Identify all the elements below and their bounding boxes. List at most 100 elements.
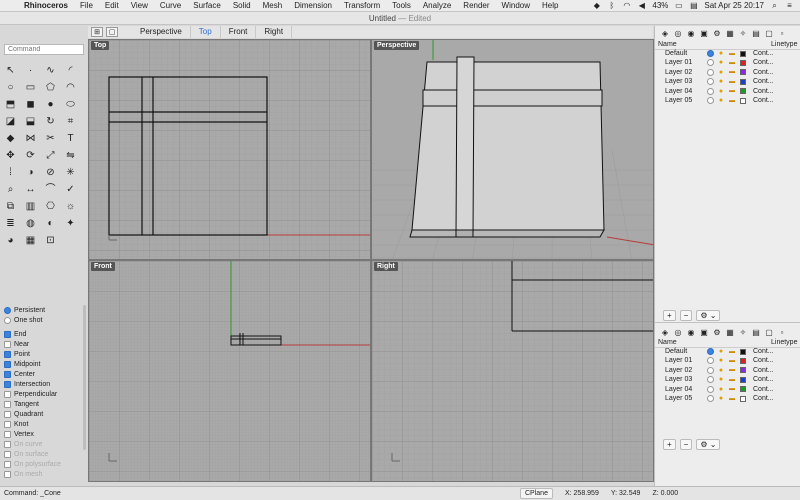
layer-color-swatch[interactable] xyxy=(740,78,746,85)
viewport-perspective-label[interactable]: Perspective xyxy=(374,41,420,50)
layer-row[interactable]: Default ● ▬ Cont... xyxy=(655,347,800,356)
layer-linetype[interactable]: Cont... xyxy=(749,88,774,95)
material-icon[interactable]: ◍ xyxy=(22,215,39,232)
layers-icon[interactable]: ◈ xyxy=(660,29,670,39)
materials-icon-2[interactable]: ◉ xyxy=(686,328,696,338)
current-layer-radio[interactable] xyxy=(705,87,715,95)
osnap-checkbox[interactable] xyxy=(4,390,11,398)
layer-row[interactable]: Layer 04 ● ▬ Cont... xyxy=(655,385,800,394)
help-panel-icon-2[interactable]: ▫ xyxy=(777,328,787,338)
menu-surface[interactable]: Surface xyxy=(187,1,227,10)
select-arrow-icon[interactable]: ↖ xyxy=(2,62,19,79)
snapshot-icon[interactable]: ▦ xyxy=(725,29,735,39)
layer-visibility-bulb-icon[interactable]: ● xyxy=(715,88,727,95)
menu-dimension[interactable]: Dimension xyxy=(288,1,338,10)
layer-visibility-bulb-icon[interactable]: ● xyxy=(715,395,727,402)
help-panel-icon[interactable]: ▫ xyxy=(777,29,787,39)
clock[interactable]: Sat Apr 25 20:17 xyxy=(704,1,764,10)
current-layer-radio[interactable] xyxy=(705,366,715,374)
current-layer-dot[interactable] xyxy=(706,376,714,384)
layer-color-swatch[interactable] xyxy=(740,376,746,383)
explode-icon[interactable]: ✳ xyxy=(62,164,79,181)
osnap-checkbox[interactable] xyxy=(4,460,11,468)
display-icon[interactable]: ◎ xyxy=(673,29,683,39)
osnap-checkbox[interactable] xyxy=(4,370,11,378)
bluetooth-icon[interactable]: ᛒ xyxy=(607,1,616,10)
tab-top[interactable]: Top xyxy=(191,26,221,38)
menu-view[interactable]: View xyxy=(125,1,154,10)
layer-visibility-bulb-icon[interactable]: ● xyxy=(715,357,727,364)
tab-front[interactable]: Front xyxy=(221,26,257,38)
layer-row[interactable]: Layer 05 ● ▬ Cont... xyxy=(655,394,800,403)
viewport-top-label[interactable]: Top xyxy=(91,41,110,50)
menu-curve[interactable]: Curve xyxy=(154,1,187,10)
layer-row[interactable]: Layer 03 ● ▬ Cont... xyxy=(655,77,800,86)
layer-name[interactable]: Default xyxy=(655,348,705,355)
osnap-checkbox[interactable] xyxy=(4,430,11,438)
analyze-icon[interactable]: ⌕ xyxy=(2,181,19,198)
network-icon[interactable]: ⌗ xyxy=(62,113,79,130)
join-icon[interactable]: ⋈ xyxy=(22,130,39,147)
current-layer-radio[interactable] xyxy=(705,348,715,355)
osnap-mode-one-shot[interactable]: One shot xyxy=(4,315,84,325)
arc-icon[interactable]: ◠ xyxy=(62,79,79,96)
notification-center-icon[interactable]: ≡ xyxy=(785,1,794,10)
menu-help[interactable]: Help xyxy=(536,1,564,10)
layer-visibility-bulb-icon[interactable]: ● xyxy=(715,50,727,57)
layer-color-swatch[interactable] xyxy=(740,395,746,402)
render-icon[interactable]: ☼ xyxy=(62,198,79,215)
osnap-checkbox[interactable] xyxy=(4,360,11,368)
viewport-top[interactable]: Top xyxy=(88,39,371,260)
layer-name[interactable]: Default xyxy=(655,50,705,57)
layer-options-button[interactable]: ⚙ ⌄ xyxy=(696,309,721,321)
menu-transform[interactable]: Transform xyxy=(338,1,386,10)
menu-tools[interactable]: Tools xyxy=(386,1,417,10)
viewport-perspective[interactable]: Perspective xyxy=(371,39,654,260)
layer-name[interactable]: Layer 03 xyxy=(655,78,705,85)
layer-linetype[interactable]: Cont... xyxy=(749,395,774,402)
osnap-checkbox[interactable] xyxy=(4,440,11,448)
osnap-item-near[interactable]: Near xyxy=(4,339,84,349)
layer-lock-icon[interactable]: ▬ xyxy=(727,386,737,392)
layer-lock-icon[interactable]: ▬ xyxy=(727,367,737,373)
revolve-icon[interactable]: ↻ xyxy=(42,113,59,130)
current-layer-radio[interactable] xyxy=(705,395,715,402)
box-icon[interactable]: ◼ xyxy=(22,96,39,113)
flag-icon[interactable]: ▤ xyxy=(689,1,698,10)
layer-lock-icon[interactable]: ▬ xyxy=(727,51,737,57)
viewport-front[interactable]: Front xyxy=(88,260,371,482)
block-icon[interactable]: ▥ xyxy=(22,198,39,215)
camera-icon[interactable]: ⎔ xyxy=(42,198,59,215)
circle-icon[interactable]: ○ xyxy=(2,79,19,96)
menu-window[interactable]: Window xyxy=(496,1,536,10)
text-icon[interactable]: T xyxy=(62,130,79,147)
properties-icon[interactable]: ▤ xyxy=(751,29,761,39)
osnap-checkbox[interactable] xyxy=(4,410,11,418)
properties-icon-2[interactable]: ▤ xyxy=(751,328,761,338)
current-layer-radio[interactable] xyxy=(705,357,715,365)
viewport-right-label[interactable]: Right xyxy=(374,262,398,271)
layer-linetype[interactable]: Cont... xyxy=(749,376,774,383)
osnap-item-point[interactable]: Point xyxy=(4,349,84,359)
current-layer-dot[interactable] xyxy=(706,68,714,76)
materials-icon[interactable]: ◉ xyxy=(686,29,696,39)
cplane-selector[interactable]: CPlane xyxy=(520,488,553,499)
current-layer-dot[interactable] xyxy=(706,78,714,86)
layer-visibility-bulb-icon[interactable]: ● xyxy=(715,69,727,76)
viewport-front-label[interactable]: Front xyxy=(91,262,115,271)
layer-linetype[interactable]: Cont... xyxy=(749,367,774,374)
layer-icon[interactable]: ≣ xyxy=(2,215,19,232)
group-icon[interactable]: ⧉ xyxy=(2,198,19,215)
layer-name[interactable]: Layer 04 xyxy=(655,88,705,95)
check-icon[interactable]: ✓ xyxy=(62,181,79,198)
menu-app-name[interactable]: Rhinoceros xyxy=(18,1,74,10)
osnap-checkbox[interactable] xyxy=(4,450,11,458)
layer-name[interactable]: Layer 04 xyxy=(655,386,705,393)
osnap-item-intersection[interactable]: Intersection xyxy=(4,379,84,389)
layer-lock-icon[interactable]: ▬ xyxy=(727,358,737,364)
layer-name[interactable]: Layer 02 xyxy=(655,367,705,374)
remove-layer-button-2[interactable]: − xyxy=(679,438,693,450)
menu-analyze[interactable]: Analyze xyxy=(417,1,457,10)
layer-lock-icon[interactable]: ▬ xyxy=(727,88,737,94)
menu-solid[interactable]: Solid xyxy=(227,1,257,10)
